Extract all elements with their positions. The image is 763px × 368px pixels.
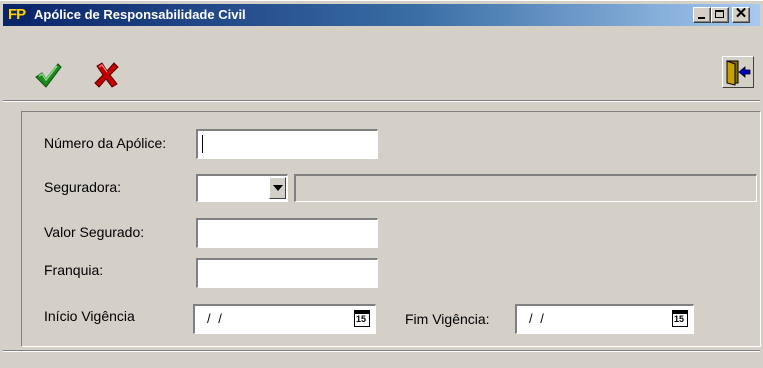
chevron-down-icon [273, 185, 283, 191]
calendar-icon[interactable]: 15 [354, 310, 370, 327]
exit-door-icon [726, 60, 751, 86]
numero-apolice-input[interactable] [196, 129, 378, 159]
text-caret [202, 135, 203, 153]
inicio-vigencia-date-input[interactable]: / / 15 [193, 304, 376, 334]
x-icon [94, 62, 119, 88]
seguradora-name-field [294, 174, 757, 202]
title-bar[interactable]: FP Apólice de Responsabilidade Civil ✕ [3, 4, 760, 26]
franquia-input[interactable] [196, 258, 378, 288]
status-separator [3, 350, 760, 352]
app-icon: FP [7, 6, 31, 24]
valor-segurado-input[interactable] [196, 218, 378, 248]
fim-vigencia-date-input[interactable]: / / 15 [515, 304, 694, 334]
maximize-button[interactable] [711, 7, 729, 23]
inicio-vigencia-label: Início Vigência [44, 308, 135, 324]
checkmark-icon [35, 63, 62, 88]
seguradora-label: Seguradora: [44, 179, 122, 195]
toolbar-separator [3, 100, 760, 102]
franquia-label: Franquia: [44, 262, 104, 278]
close-button[interactable]: ✕ [732, 5, 750, 23]
cancel-button[interactable] [93, 61, 121, 89]
minimize-icon [698, 17, 705, 19]
calendar-day: 15 [674, 314, 685, 324]
exit-button[interactable] [722, 56, 754, 88]
calendar-icon[interactable]: 15 [672, 310, 688, 327]
numero-apolice-label: Número da Apólice: [44, 135, 167, 151]
calendar-day: 15 [356, 314, 367, 324]
maximize-icon [715, 10, 724, 18]
fim-vigencia-label: Fim Vigência: [405, 311, 490, 327]
window-title: Apólice de Responsabilidade Civil [34, 7, 246, 22]
dialog-window: FP Apólice de Responsabilidade Civil ✕ N… [0, 0, 763, 368]
close-icon: ✕ [734, 5, 748, 22]
minimize-button[interactable] [693, 7, 711, 23]
inicio-vigencia-value: / / [207, 311, 224, 326]
fim-vigencia-value: / / [529, 311, 546, 326]
confirm-button[interactable] [34, 61, 62, 89]
seguradora-select[interactable] [196, 174, 288, 202]
app-icon-text: FP [8, 6, 26, 23]
valor-segurado-label: Valor Segurado: [44, 224, 145, 240]
seguradora-dropdown-button[interactable] [269, 177, 286, 199]
